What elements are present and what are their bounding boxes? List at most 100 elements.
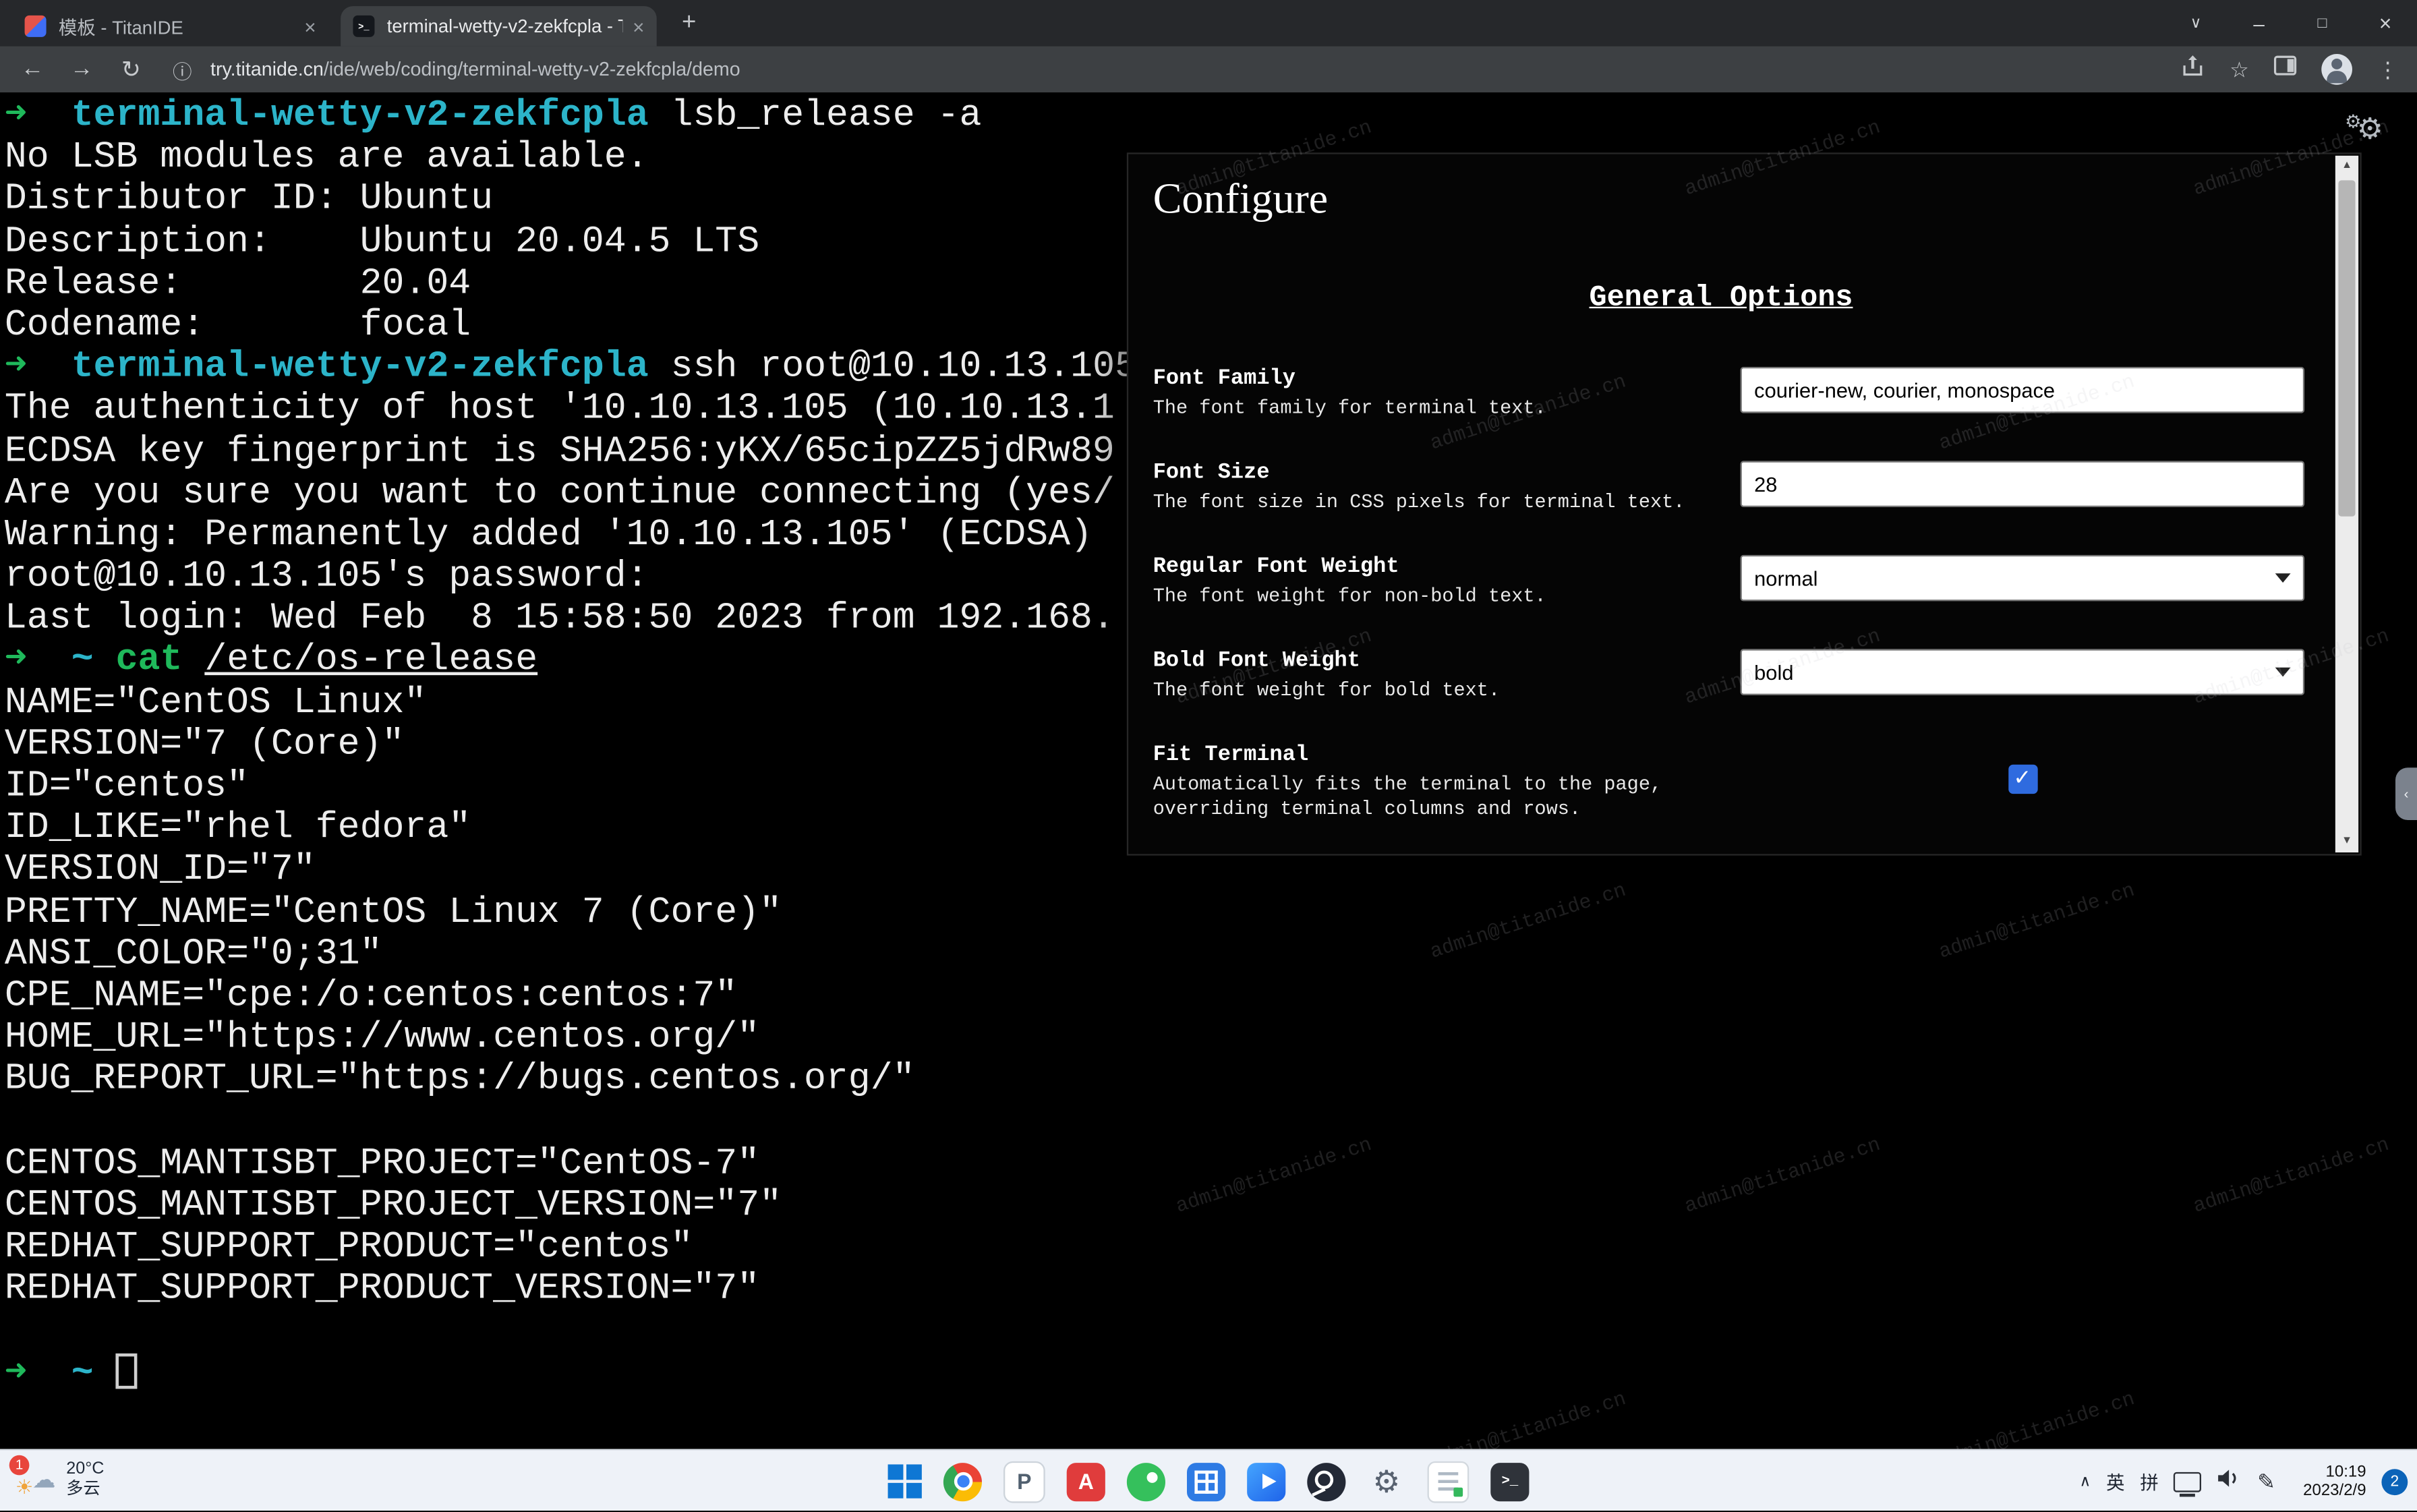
terminal-line: Description: Ubuntu 20.04.5 LTS: [5, 221, 1137, 263]
new-tab-button[interactable]: +: [669, 3, 709, 43]
display-icon[interactable]: [2174, 1472, 2202, 1492]
tray-expand-icon[interactable]: ∧: [2080, 1473, 2091, 1490]
system-tray: ∧ 英 拼 ✎ 10:19 2023/2/9 2: [2080, 1451, 2408, 1512]
terminal-line: ECDSA key fingerprint is SHA256:yKX/65ci…: [5, 431, 1137, 473]
terminal-text: Codename: focal: [5, 305, 471, 347]
config-row-fit-terminal: Fit TerminalAutomatically fits the termi…: [1153, 743, 2304, 822]
terminal-line: ➜ terminal-wetty-v2-zekfcpla ssh root@10…: [5, 347, 1137, 389]
taskbar-app-app-green[interactable]: [1127, 1462, 1165, 1501]
font-family-control: [1741, 367, 2305, 421]
taskbar-apps: PA ⚙ >_: [888, 1451, 1530, 1512]
minimize-button[interactable]: –: [2227, 0, 2291, 47]
tab-close-icon[interactable]: ×: [304, 15, 316, 38]
fit-terminal-text: Fit TerminalAutomatically fits the termi…: [1153, 743, 1741, 822]
weather-widget[interactable]: ☀ ☁ 1 20°C 多云: [16, 1458, 105, 1501]
taskbar-app-app-sheet[interactable]: [1187, 1462, 1225, 1501]
bold-font-weight-control: bold: [1741, 649, 2305, 703]
terminal-text: ECDSA key fingerprint is SHA256:yKX/65ci…: [5, 431, 1115, 473]
pen-icon[interactable]: ✎: [2257, 1468, 2275, 1494]
terminal-text: /etc/os-release: [204, 641, 537, 682]
configure-dialog: Configure General Options Font FamilyThe…: [1127, 152, 2362, 855]
taskbar-app-notes[interactable]: [1428, 1461, 1469, 1503]
screen: 模板 - TitanIDE × >_ terminal-wetty-v2-zek…: [0, 0, 2417, 1511]
scrollbar-down-icon[interactable]: ▼: [2341, 831, 2352, 852]
taskbar-app-settings[interactable]: ⚙: [1367, 1462, 1405, 1501]
bold-font-weight-label: Bold Font Weight: [1153, 649, 1722, 675]
terminal-line: The authenticity of host '10.10.13.105 (…: [5, 389, 1137, 431]
ime-pinyin-indicator[interactable]: 拼: [2140, 1468, 2158, 1494]
bold-font-weight-text: Bold Font WeightThe font weight for bold…: [1153, 649, 1741, 703]
terminal-line: [5, 1311, 1137, 1353]
tab-close-icon[interactable]: ×: [633, 15, 644, 38]
terminal-line: HOME_URL="https://www.centos.org/": [5, 1018, 1137, 1059]
terminal-text: CENTOS_MANTISBT_PROJECT_VERSION="7": [5, 1185, 782, 1227]
tab-search-icon[interactable]: ∨: [2164, 0, 2227, 47]
share-icon[interactable]: [2182, 54, 2205, 85]
taskbar-app-app-p[interactable]: P: [1003, 1461, 1045, 1503]
side-panel-icon[interactable]: [2273, 54, 2296, 85]
fit-terminal-checkbox[interactable]: ✓: [2008, 765, 2037, 794]
tab-title: terminal-wetty-v2-zekfcpla - T: [387, 16, 624, 37]
fit-terminal-control: ✓: [1741, 743, 2305, 822]
taskbar-app-chrome[interactable]: [943, 1462, 982, 1501]
bold-font-weight-select[interactable]: bold: [1741, 649, 2305, 695]
notification-badge[interactable]: 2: [2381, 1468, 2408, 1494]
taskbar-app-app-blue[interactable]: [1247, 1462, 1285, 1501]
profile-avatar[interactable]: [2321, 54, 2352, 85]
regular-font-weight-label: Regular Font Weight: [1153, 555, 1722, 581]
sun-icon: ☀: [16, 1475, 34, 1500]
terminal-text: [182, 641, 204, 682]
font-size-input[interactable]: [1741, 461, 2305, 507]
watermark: admin@titanide.cn: [1936, 1387, 2138, 1449]
tab-terminal-wetty[interactable]: >_ terminal-wetty-v2-zekfcpla - T ×: [341, 6, 657, 46]
forward-button[interactable]: →: [61, 55, 101, 83]
taskbar-app-app-a[interactable]: A: [1067, 1462, 1105, 1501]
terminal-text: CENTOS_MANTISBT_PROJECT="CentOS-7": [5, 1143, 759, 1185]
panel-collapse-handle[interactable]: ‹: [2395, 767, 2417, 820]
terminal-screen[interactable]: ➜ terminal-wetty-v2-zekfcpla lsb_release…: [0, 92, 2417, 1449]
browser-menu-icon[interactable]: ⋮: [2377, 56, 2399, 82]
terminal-text: VERSION="7 (Core)": [5, 724, 405, 766]
terminal-text: [27, 347, 71, 389]
watermark: admin@titanide.cn: [1173, 1133, 1374, 1218]
browser-toolbar: ← → ↻ ⓘ try.titanide.cn/ide/web/coding/t…: [0, 47, 2417, 93]
address-bar[interactable]: ⓘ try.titanide.cn/ide/web/coding/termina…: [173, 55, 2163, 84]
maximize-button[interactable]: □: [2291, 0, 2354, 47]
terminal-text: ~: [71, 1353, 94, 1395]
back-button[interactable]: ←: [12, 55, 52, 83]
clock[interactable]: 10:19 2023/2/9: [2303, 1462, 2366, 1501]
ime-language-indicator[interactable]: 英: [2106, 1468, 2124, 1494]
terminal-settings-button[interactable]: ⚙⚙: [2345, 111, 2383, 148]
terminal-text: Last login: Wed Feb 8 15:58:50 2023 from…: [5, 598, 1115, 640]
bookmark-star-icon[interactable]: ☆: [2230, 56, 2249, 82]
watermark: admin@titanide.cn: [1682, 1133, 1884, 1218]
font-size-text: Font SizeThe font size in CSS pixels for…: [1153, 461, 1741, 515]
terminal-text: [94, 1353, 116, 1395]
taskbar-app-terminal-app[interactable]: >_: [1490, 1462, 1529, 1501]
scrollbar-thumb[interactable]: [2338, 180, 2355, 516]
site-info-icon[interactable]: ⓘ: [173, 55, 192, 84]
dialog-scrollbar[interactable]: ▲ ▼: [2335, 156, 2358, 852]
terminal-favicon-glyph: >_: [358, 21, 369, 32]
terminal-line: VERSION_ID="7": [5, 850, 1137, 892]
tray-time: 10:19: [2303, 1462, 2366, 1482]
taskbar-app-app-dark[interactable]: [1307, 1462, 1345, 1501]
weather-condition: 多云: [66, 1480, 104, 1500]
terminal-text: ➜: [5, 347, 27, 389]
tab-titanide[interactable]: 模板 - TitanIDE ×: [12, 6, 328, 46]
terminal-line: Release: 20.04: [5, 263, 1137, 305]
terminal-line: ID="centos": [5, 766, 1137, 808]
reload-button[interactable]: ↻: [111, 55, 151, 83]
font-family-input[interactable]: [1741, 367, 2305, 413]
scrollbar-up-icon[interactable]: ▲: [2341, 156, 2352, 177]
watermark: admin@titanide.cn: [1427, 1387, 1629, 1449]
regular-font-weight-select[interactable]: normal: [1741, 555, 2305, 602]
weather-badge: 1: [9, 1455, 30, 1476]
terminal-text: ➜: [5, 1353, 27, 1395]
watermark: admin@titanide.cn: [2190, 1133, 2392, 1218]
terminal-text: ➜: [5, 641, 27, 682]
terminal-text: CPE_NAME="cpe:/o:centos:centos:7": [5, 976, 737, 1018]
close-button[interactable]: ×: [2354, 0, 2417, 47]
taskbar-app-start[interactable]: [888, 1464, 922, 1498]
volume-icon[interactable]: [2217, 1467, 2242, 1496]
